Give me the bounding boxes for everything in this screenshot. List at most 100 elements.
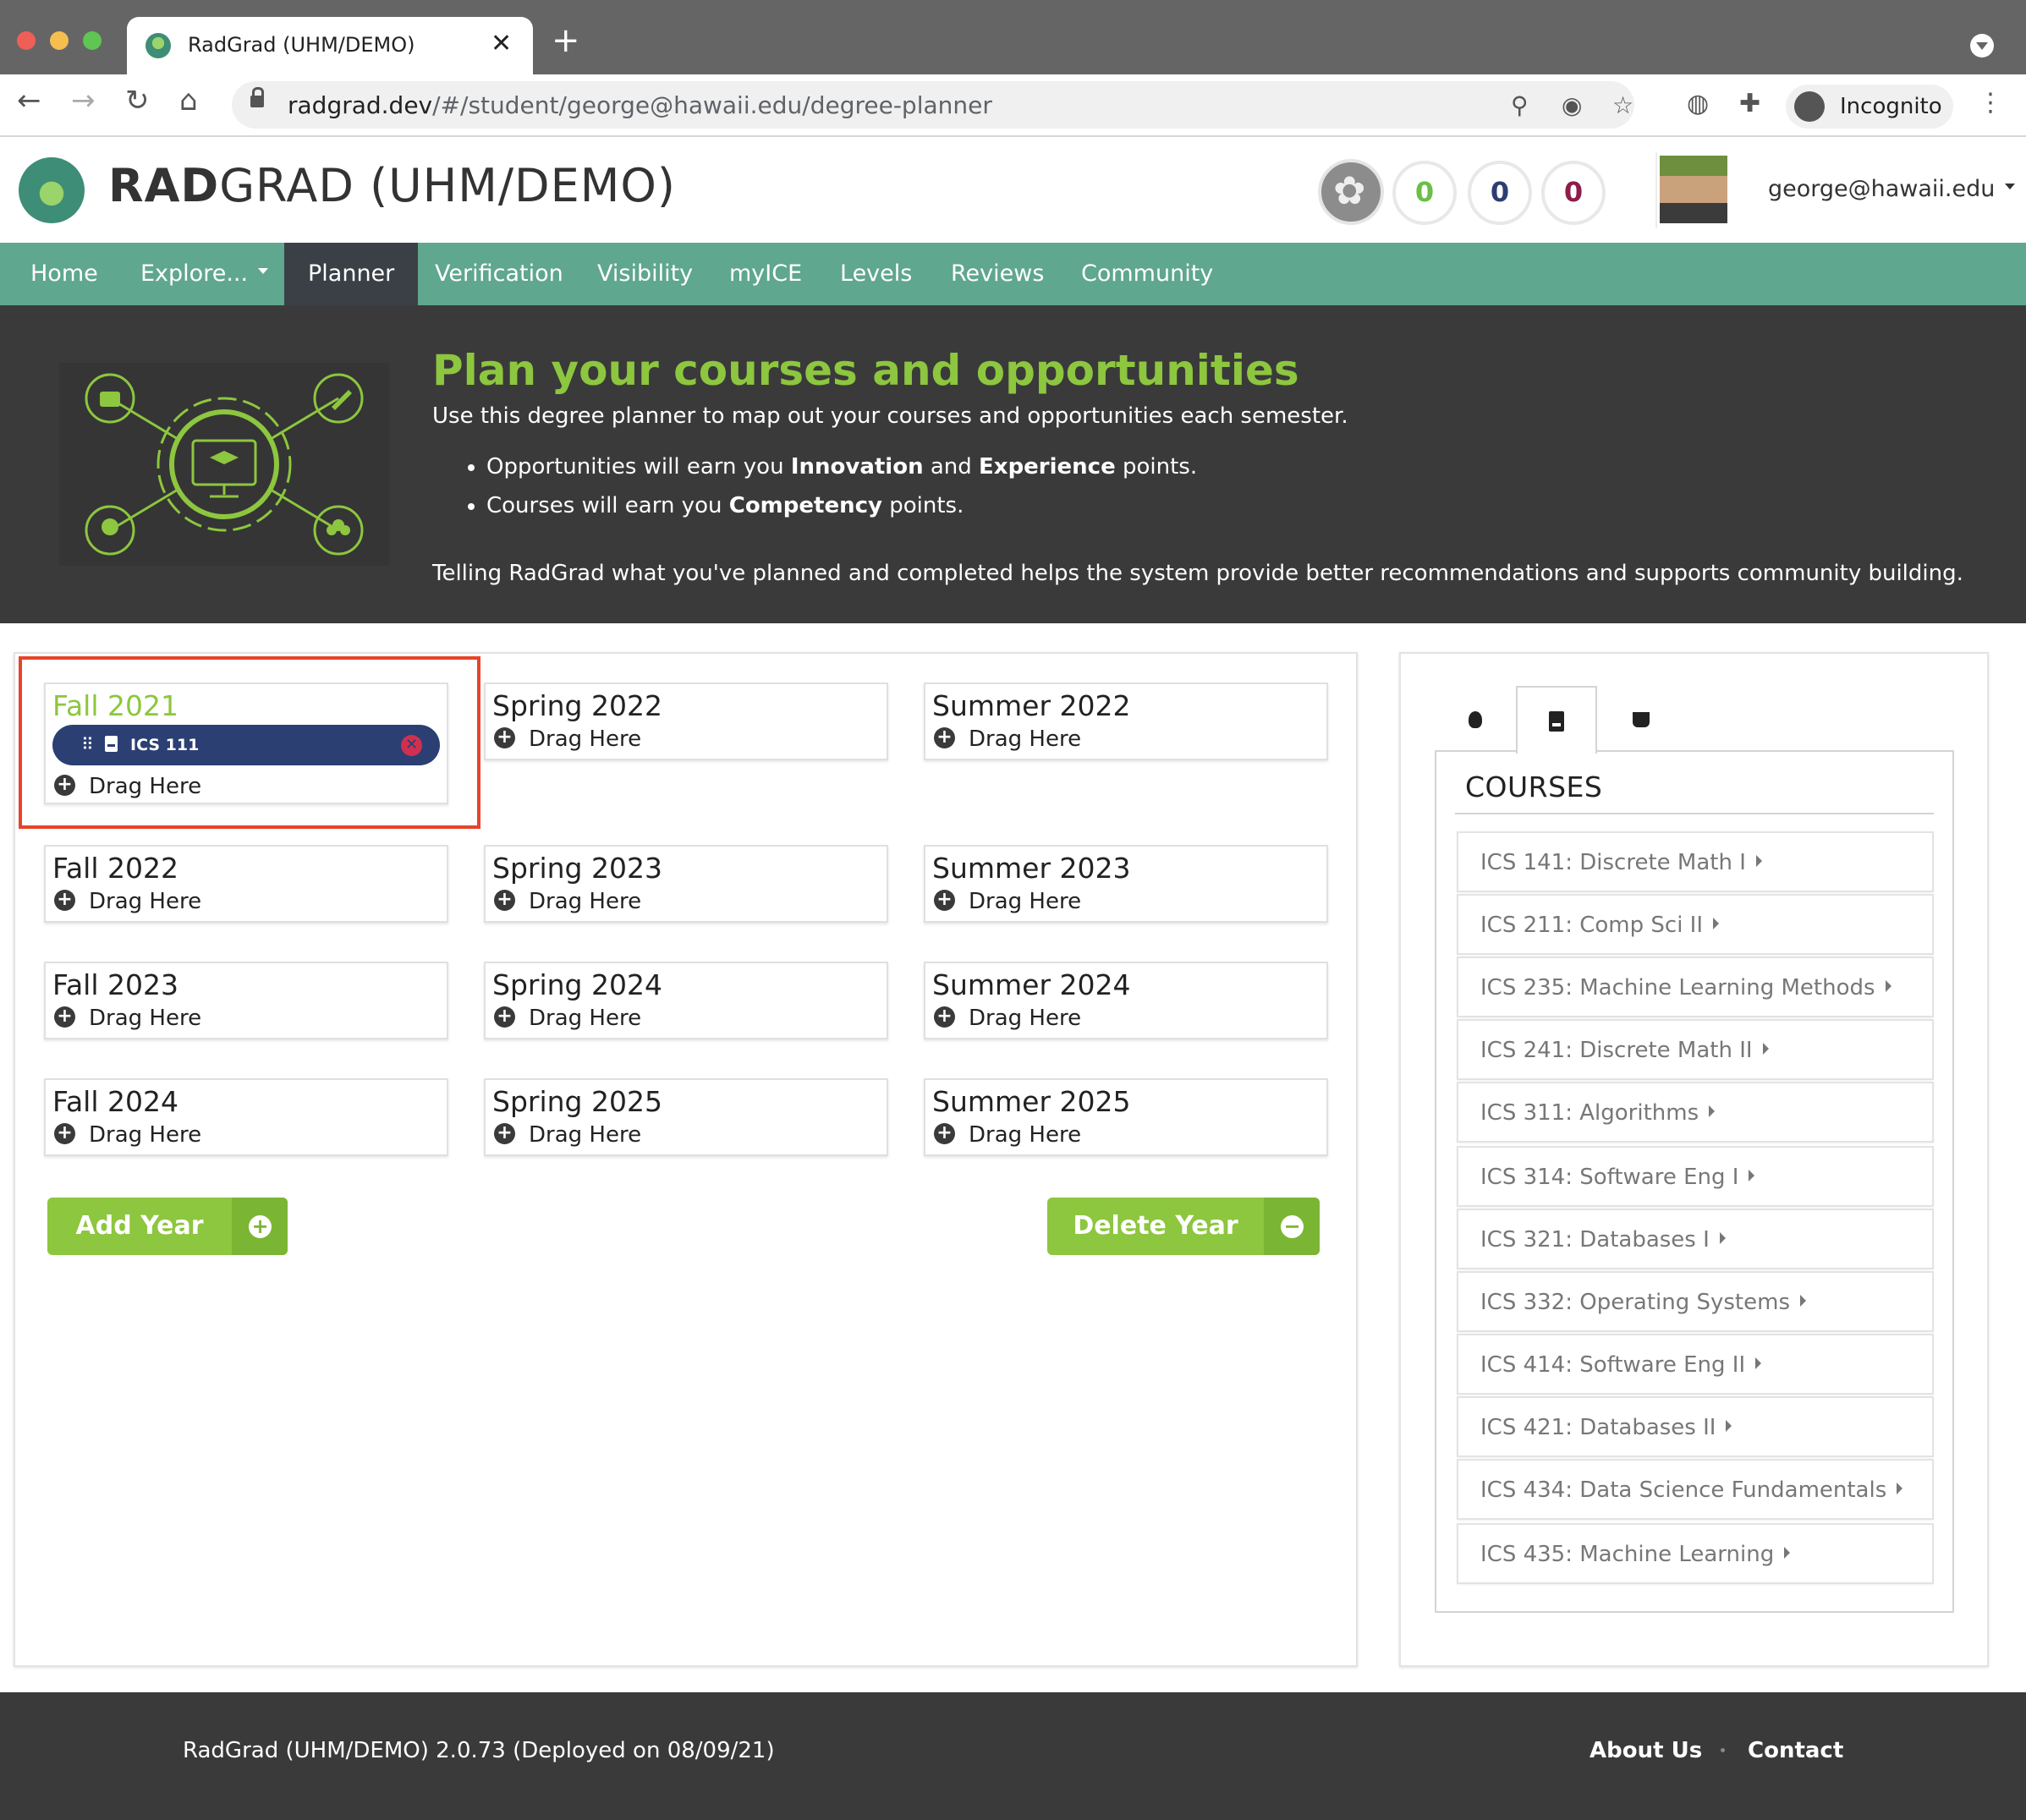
- window-maximize-button[interactable]: [83, 31, 102, 50]
- close-tab-icon[interactable]: ✕: [491, 29, 512, 58]
- new-tab-icon[interactable]: +: [552, 24, 580, 58]
- semester-spring-2022[interactable]: Spring 2022 + Drag Here: [484, 682, 888, 760]
- course-item[interactable]: ICS 434: Data Science Fundamentals: [1457, 1459, 1934, 1520]
- plus-circle-icon: +: [54, 1006, 75, 1028]
- window-close-button[interactable]: [17, 31, 36, 50]
- nav-visibility[interactable]: Visibility: [574, 243, 717, 305]
- semester-title: Summer 2022: [932, 689, 1131, 722]
- incognito-label: Incognito: [1840, 94, 1942, 119]
- main-nav: Home Explore... Planner Verification Vis…: [0, 243, 2026, 305]
- minus-circle-icon: −: [1281, 1215, 1304, 1238]
- course-item[interactable]: ICS 314: Software Eng I: [1457, 1146, 1934, 1207]
- add-year-icon-cell: +: [232, 1198, 288, 1255]
- drop-zone[interactable]: + Drag Here: [54, 1122, 201, 1148]
- extensions-icon[interactable]: ✚: [1739, 91, 1760, 117]
- reload-icon[interactable]: ↻: [125, 86, 150, 115]
- lock-icon: [250, 87, 264, 107]
- browser-menu-icon[interactable]: ⋮: [1978, 88, 2003, 118]
- drop-zone[interactable]: + Drag Here: [934, 889, 1081, 914]
- nav-community[interactable]: Community: [1057, 243, 1237, 305]
- brand-title[interactable]: RADGRAD (UHM/DEMO): [108, 159, 676, 212]
- nav-myice[interactable]: myICE: [706, 243, 826, 305]
- semester-spring-2024[interactable]: Spring 2024 + Drag Here: [484, 962, 888, 1039]
- tab-courses[interactable]: [1516, 686, 1597, 754]
- planner-illustration: [59, 363, 389, 566]
- drop-zone[interactable]: + Drag Here: [494, 1122, 641, 1148]
- semester-spring-2025[interactable]: Spring 2025 + Drag Here: [484, 1078, 888, 1156]
- contact-link[interactable]: Contact: [1748, 1738, 1843, 1763]
- course-item[interactable]: ICS 414: Software Eng II: [1457, 1334, 1934, 1395]
- semester-summer-2022[interactable]: Summer 2022 + Drag Here: [924, 682, 1328, 760]
- window-minimize-button[interactable]: [50, 31, 69, 50]
- course-item[interactable]: ICS 332: Operating Systems: [1457, 1271, 1934, 1332]
- tracking-blocked-icon[interactable]: ◉: [1562, 91, 1582, 119]
- nav-levels[interactable]: Levels: [816, 243, 936, 305]
- nav-home[interactable]: Home: [0, 243, 129, 305]
- drop-zone[interactable]: + Drag Here: [494, 726, 641, 752]
- course-item[interactable]: ICS 241: Discrete Math II: [1457, 1019, 1934, 1080]
- incognito-indicator[interactable]: Incognito: [1786, 85, 1953, 129]
- ice-competency-points[interactable]: 0: [1468, 161, 1532, 225]
- home-icon[interactable]: ⌂: [179, 86, 198, 115]
- caret-right-icon: [1719, 1231, 1726, 1244]
- tab-opportunities[interactable]: [1435, 686, 1516, 752]
- drop-zone[interactable]: + Drag Here: [54, 889, 201, 914]
- caret-right-icon: [1726, 1419, 1732, 1432]
- drop-zone[interactable]: + Drag Here: [54, 1006, 201, 1031]
- add-year-label: Add Year: [75, 1211, 204, 1241]
- level-badge-icon[interactable]: [1318, 159, 1384, 225]
- nav-verification[interactable]: Verification: [411, 243, 587, 305]
- favicon-icon: [145, 33, 171, 58]
- ice-innovation-points[interactable]: 0: [1392, 161, 1457, 225]
- drop-zone[interactable]: + Drag Here: [934, 1122, 1081, 1148]
- password-manager-icon[interactable]: ◍: [1687, 91, 1709, 117]
- semester-title: Fall 2024: [52, 1085, 178, 1118]
- forward-icon[interactable]: →: [71, 86, 96, 115]
- plus-circle-icon: +: [934, 727, 955, 748]
- nav-explore[interactable]: Explore...: [110, 243, 299, 305]
- course-item[interactable]: ICS 435: Machine Learning: [1457, 1523, 1934, 1584]
- drop-zone[interactable]: + Drag Here: [934, 726, 1081, 752]
- semester-fall-2022[interactable]: Fall 2022 + Drag Here: [44, 845, 448, 923]
- semester-fall-2024[interactable]: Fall 2024 + Drag Here: [44, 1078, 448, 1156]
- course-item[interactable]: ICS 211: Comp Sci II: [1457, 894, 1934, 955]
- url-text[interactable]: radgrad.dev/#/student/george@hawaii.edu/…: [288, 91, 992, 119]
- semester-summer-2023[interactable]: Summer 2023 + Drag Here: [924, 845, 1328, 923]
- courses-panel: COURSES ICS 141: Discrete Math I ICS 211…: [1435, 750, 1954, 1613]
- delete-year-button[interactable]: Delete Year −: [1047, 1198, 1320, 1255]
- ice-experience-points[interactable]: 0: [1541, 161, 1606, 225]
- plus-circle-icon: +: [54, 1123, 75, 1144]
- nav-planner[interactable]: Planner: [284, 243, 419, 305]
- nav-reviews[interactable]: Reviews: [927, 243, 1068, 305]
- semester-fall-2023[interactable]: Fall 2023 + Drag Here: [44, 962, 448, 1039]
- add-year-button[interactable]: Add Year +: [47, 1198, 288, 1255]
- course-item[interactable]: ICS 141: Discrete Math I: [1457, 831, 1934, 892]
- drop-zone[interactable]: + Drag Here: [934, 1006, 1081, 1031]
- browser-tab[interactable]: RadGrad (UHM/DEMO) ✕: [127, 17, 533, 74]
- user-menu[interactable]: george@hawaii.edu: [1768, 176, 2016, 202]
- tab-search-icon[interactable]: [1970, 34, 1994, 58]
- address-bar[interactable]: radgrad.dev/#/student/george@hawaii.edu/…: [232, 81, 1634, 129]
- avatar[interactable]: [1660, 156, 1727, 223]
- semester-spring-2023[interactable]: Spring 2023 + Drag Here: [484, 845, 888, 923]
- zoom-icon[interactable]: ⚲: [1511, 91, 1529, 119]
- semester-summer-2025[interactable]: Summer 2025 + Drag Here: [924, 1078, 1328, 1156]
- drop-zone[interactable]: + Drag Here: [494, 889, 641, 914]
- plus-circle-icon: +: [54, 890, 75, 911]
- course-item[interactable]: ICS 421: Databases II: [1457, 1396, 1934, 1457]
- course-item[interactable]: ICS 311: Algorithms: [1457, 1082, 1934, 1143]
- caret-right-icon: [1713, 917, 1720, 929]
- course-item[interactable]: ICS 321: Databases I: [1457, 1209, 1934, 1269]
- plus-circle-icon: +: [934, 890, 955, 911]
- course-item[interactable]: ICS 235: Machine Learning Methods: [1457, 957, 1934, 1017]
- app-header: RADGRAD (UHM/DEMO) 0 0 0 george@hawaii.e…: [0, 137, 2026, 243]
- about-us-link[interactable]: About Us: [1590, 1738, 1702, 1763]
- sidebar-tabs: [1435, 686, 1954, 754]
- radgrad-logo[interactable]: [19, 157, 85, 223]
- tab-profile[interactable]: [1600, 686, 1682, 752]
- back-icon[interactable]: ←: [17, 86, 41, 115]
- semester-summer-2024[interactable]: Summer 2024 + Drag Here: [924, 962, 1328, 1039]
- drop-zone[interactable]: + Drag Here: [494, 1006, 641, 1031]
- bookmark-star-icon[interactable]: ☆: [1612, 91, 1633, 119]
- footer-separator: [1721, 1748, 1725, 1752]
